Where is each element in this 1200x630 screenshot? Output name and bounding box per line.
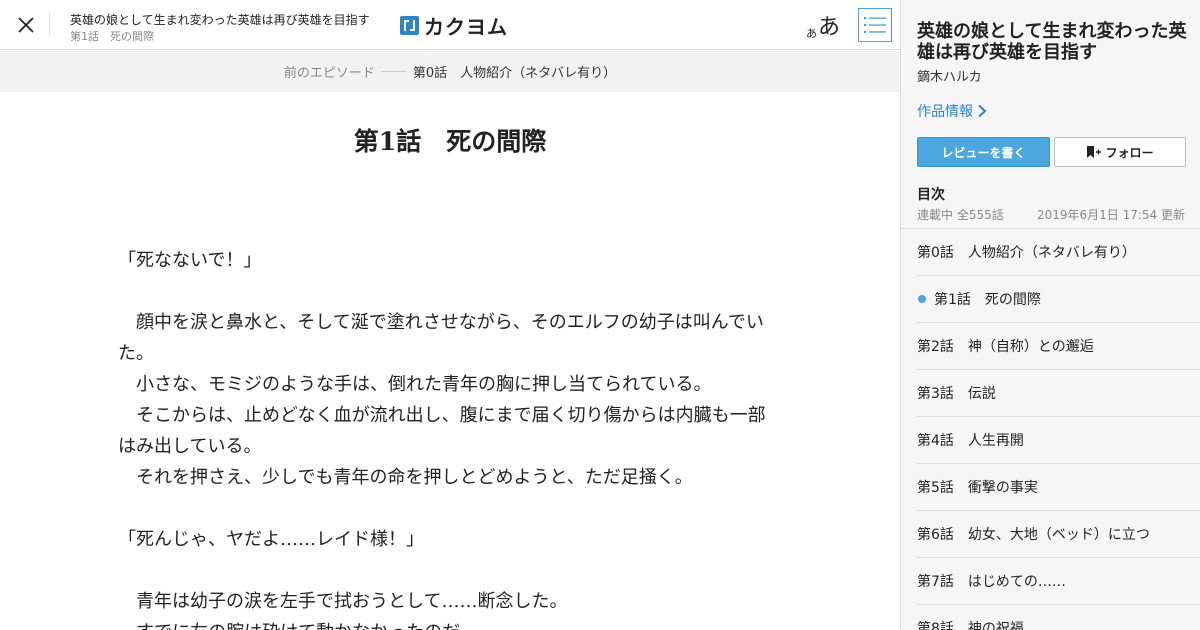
episode-item[interactable]: 第6話 幼女、大地（ベッド）に立つ	[917, 511, 1200, 558]
episode-item-label: 第4話 人生再開	[917, 433, 1024, 449]
episode-list: 第0話 人物紹介（ネタバレ有り） 第1話 死の間際 第2話 神（自称）との邂逅 …	[901, 228, 1200, 630]
toc-sidebar: 英雄の娘として生まれ変わった英雄は再び英雄を目指す 鏑木ハルカ 作品情報 レビュ…	[900, 0, 1200, 630]
header-episode-subtitle: 第1話 死の間際	[70, 30, 154, 43]
body-paragraph	[118, 493, 778, 524]
prev-episode-label: 前のエピソード	[283, 66, 375, 81]
font-size-large-glyph: あ	[818, 14, 841, 40]
font-size-button[interactable]: あ あ	[806, 10, 840, 40]
episode-item-current[interactable]: 第1話 死の間際	[917, 276, 1200, 323]
episode-item[interactable]: 第4話 人生再開	[917, 417, 1200, 464]
episode-item-label: 第5話 衝撃の事実	[917, 480, 1038, 496]
body-paragraph: 「死なないで！」	[118, 250, 262, 271]
header-work-title[interactable]: 英雄の娘として生まれ変わった英雄は再び英雄を目指す	[70, 11, 370, 28]
body-paragraph: そこからは、止めどなく血が流れ出し、腹にまで届く切り傷からは内臓も一部はみ出して…	[118, 405, 766, 457]
chevron-right-icon	[978, 104, 987, 118]
header-divider	[49, 12, 50, 36]
body-paragraph: それを押さえ、少しでも青年の命を押しとどめようと、ただ足掻く。	[118, 467, 693, 488]
prev-episode-link[interactable]: 前のエピソード 第0話 人物紹介（ネタバレ有り）	[0, 51, 900, 92]
work-info-label: 作品情報	[917, 104, 973, 120]
sidebar-author[interactable]: 鏑木ハルカ	[917, 66, 982, 85]
close-button[interactable]	[10, 9, 42, 41]
reader-header: 英雄の娘として生まれ変わった英雄は再び英雄を目指す 第1話 死の間際 カクヨム …	[0, 0, 900, 50]
logo-text: カクヨム	[424, 14, 508, 39]
body-paragraph	[118, 555, 778, 586]
write-review-button[interactable]: レビューを書く	[917, 137, 1050, 167]
prev-episode-divider	[380, 71, 407, 72]
list-icon	[864, 17, 886, 33]
episode-item-label: 第6話 幼女、大地（ベッド）に立つ	[917, 527, 1150, 543]
toc-heading: 目次	[917, 187, 945, 203]
follow-button[interactable]: フォロー	[1054, 137, 1186, 167]
episode-title: 第1話 死の間際	[353, 127, 547, 156]
work-info-link[interactable]: 作品情報	[917, 101, 987, 121]
close-icon	[18, 17, 34, 33]
episode-item[interactable]: 第7話 はじめての……	[917, 558, 1200, 605]
episode-item-label: 第7話 はじめての……	[917, 574, 1066, 590]
serial-status: 連載中 全555話	[917, 208, 1004, 222]
body-paragraph: 「死んじゃ、ヤだよ……レイド様！」	[118, 529, 424, 550]
episode-item-label: 第8話 神の祝福	[917, 621, 1024, 630]
episode-item[interactable]: 第3話 伝説	[917, 370, 1200, 417]
episode-body: 「死なないで！」 顔中を涙と鼻水と、そして涎で塗れさせながら、そのエルフの幼子は…	[118, 245, 778, 630]
episode-item[interactable]: 第0話 人物紹介（ネタバレ有り）	[917, 229, 1200, 276]
toc-toggle-button[interactable]	[858, 8, 892, 42]
body-paragraph	[118, 276, 778, 307]
last-updated: 2019年6月1日 17:54 更新	[1036, 208, 1185, 222]
episode-item[interactable]: 第2話 神（自称）との邂逅	[917, 323, 1200, 370]
kakuyomu-logo[interactable]: カクヨム	[400, 13, 508, 39]
current-episode-dot-icon	[918, 295, 926, 303]
episode-item-label: 第3話 伝説	[917, 386, 996, 402]
episode-item[interactable]: 第8話 神の祝福	[917, 605, 1200, 630]
body-paragraph: 小さな、モミジのような手は、倒れた青年の胸に押し当てられている。	[118, 374, 712, 395]
episode-item-label: 第1話 死の間際	[934, 292, 1041, 308]
sidebar-work-title[interactable]: 英雄の娘として生まれ変わった英雄は再び英雄を目指す	[917, 21, 1187, 63]
follow-label: フォロー	[1105, 145, 1154, 160]
episode-item[interactable]: 第5話 衝撃の事実	[917, 464, 1200, 511]
bookmark-plus-icon	[1087, 146, 1102, 158]
body-paragraph: すでに左の腕は砕けて動かなかったのだ。	[118, 617, 778, 630]
font-size-small-glyph: あ	[806, 26, 817, 40]
prev-episode-title: 第0話 人物紹介（ネタバレ有り）	[412, 66, 617, 81]
logo-bracket-icon	[400, 15, 419, 35]
reader-main: 英雄の娘として生まれ変わった英雄は再び英雄を目指す 第1話 死の間際 カクヨム …	[0, 0, 900, 630]
episode-item-label: 第0話 人物紹介（ネタバレ有り）	[917, 245, 1136, 261]
body-paragraph: 青年は幼子の涙を左手で拭おうとして……断念した。	[118, 591, 568, 612]
body-paragraph: 顔中を涙と鼻水と、そして涎で塗れさせながら、そのエルフの幼子は叫んでいた。	[118, 312, 764, 364]
episode-item-label: 第2話 神（自称）との邂逅	[917, 339, 1094, 355]
